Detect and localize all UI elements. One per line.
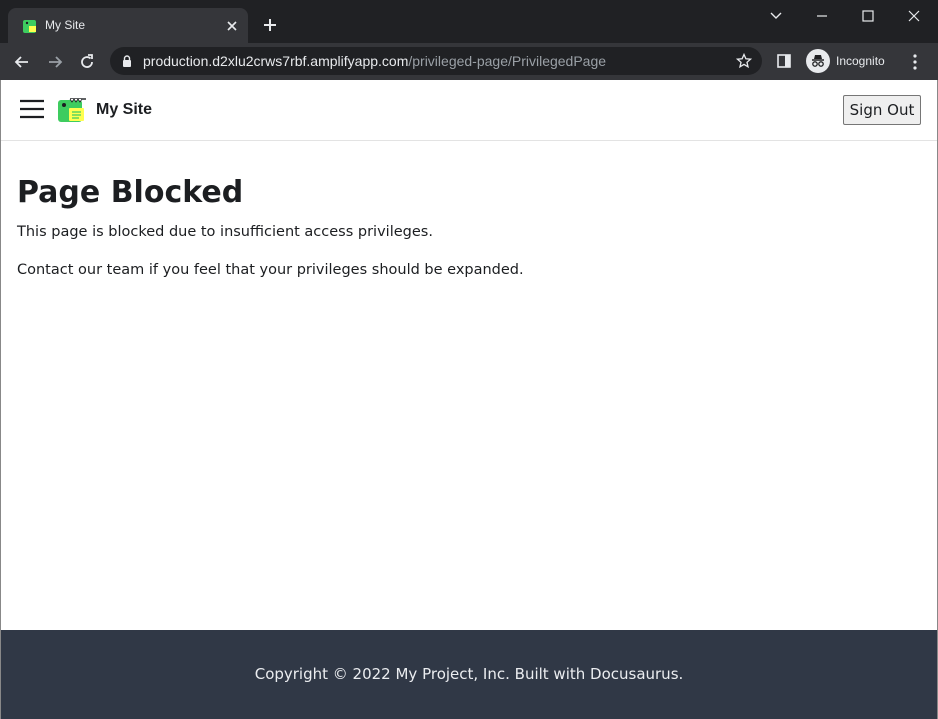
hamburger-menu-icon[interactable]: [19, 98, 45, 120]
browser-tab[interactable]: My Site: [8, 8, 248, 43]
close-window-icon[interactable]: [904, 6, 924, 26]
window-border-left: [0, 80, 1, 719]
reload-icon[interactable]: [77, 52, 97, 72]
browser-toolbar: production.d2xlu2crws7rbf.amplifyapp.com…: [0, 43, 938, 80]
new-tab-icon[interactable]: [262, 17, 278, 33]
maximize-icon[interactable]: [858, 6, 878, 26]
site-navbar: My Site Sign Out: [1, 80, 937, 141]
page-title: Page Blocked: [17, 175, 244, 210]
contact-message: Contact our team if you feel that your p…: [17, 262, 524, 278]
incognito-icon: [806, 49, 830, 73]
bookmark-star-icon[interactable]: [736, 53, 752, 69]
incognito-label: Incognito: [836, 54, 885, 68]
browser-menu-icon[interactable]: [908, 53, 922, 71]
close-tab-icon[interactable]: [224, 18, 240, 34]
site-brand-title[interactable]: My Site: [96, 101, 152, 119]
tab-search-chevron-icon[interactable]: [766, 6, 786, 26]
site-footer: Copyright © 2022 My Project, Inc. Built …: [1, 630, 937, 719]
side-panel-icon[interactable]: [776, 53, 792, 69]
site-favicon-icon: [23, 20, 36, 33]
address-bar[interactable]: production.d2xlu2crws7rbf.amplifyapp.com…: [110, 47, 762, 75]
incognito-indicator[interactable]: Incognito: [804, 48, 896, 74]
back-arrow-icon[interactable]: [12, 52, 32, 72]
copyright-text: Copyright © 2022 My Project, Inc. Built …: [254, 665, 684, 683]
browser-titlebar: My Site: [0, 0, 938, 43]
lock-icon[interactable]: [120, 54, 134, 68]
sign-out-button[interactable]: Sign Out: [843, 95, 921, 125]
url-path: /privileged-page/PrivilegedPage: [408, 53, 607, 69]
url-text: production.d2xlu2crws7rbf.amplifyapp.com…: [143, 53, 606, 69]
url-host: production.d2xlu2crws7rbf.amplifyapp.com: [143, 53, 409, 69]
blocked-message: This page is blocked due to insufficient…: [17, 224, 433, 240]
docusaurus-logo-icon[interactable]: [56, 96, 88, 124]
minimize-icon[interactable]: [812, 6, 832, 26]
tab-title: My Site: [45, 18, 86, 32]
main-content: Page Blocked This page is blocked due to…: [17, 175, 917, 278]
web-page: My Site Sign Out Page Blocked This page …: [1, 80, 937, 719]
forward-arrow-icon[interactable]: [45, 52, 65, 72]
